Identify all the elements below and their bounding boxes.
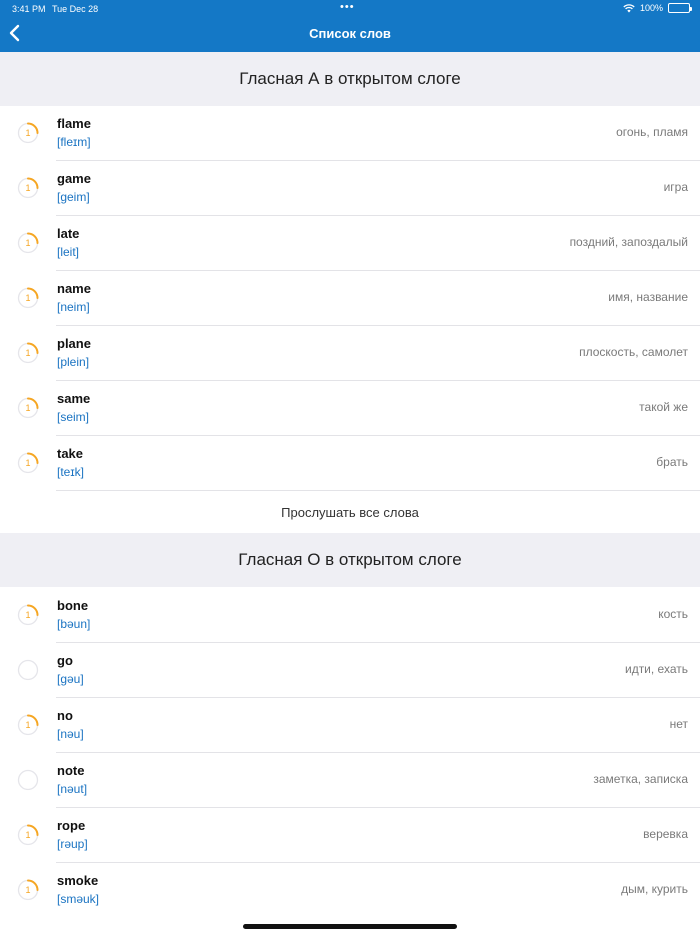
progress-level-label: 1 — [25, 830, 30, 840]
navigation-bar: 3:41 PM Tue Dec 28 ••• 100% Список слов — [0, 0, 700, 52]
progress-level-label: 1 — [25, 183, 30, 193]
word-row[interactable]: 1 take [teɪk] брать — [0, 436, 700, 491]
word-row[interactable]: 1 game [geim] игра — [0, 161, 700, 216]
word-text: flame — [57, 116, 91, 131]
word-text: go — [57, 653, 73, 668]
word-meaning: игра — [663, 180, 688, 194]
word-meaning: брать — [656, 455, 688, 469]
word-transcription: [rəup] — [57, 837, 88, 851]
progress-level-label: 1 — [25, 720, 30, 730]
word-text: plane — [57, 336, 91, 351]
word-row[interactable]: 1 rope [rəup] веревка — [0, 808, 700, 863]
progress-ring-icon: 1 — [17, 824, 39, 846]
word-row[interactable]: note [nəut] заметка, записка — [0, 753, 700, 808]
word-transcription: [gəu] — [57, 672, 84, 686]
progress-level-label: 1 — [25, 348, 30, 358]
progress-ring-icon — [17, 659, 39, 681]
word-row[interactable]: 1 late [leit] поздний, запоздалый — [0, 216, 700, 271]
status-date: Tue Dec 28 — [52, 4, 99, 14]
progress-ring-icon — [17, 769, 39, 791]
progress-level-label: 1 — [25, 238, 30, 248]
word-transcription: [nəut] — [57, 782, 88, 796]
word-meaning: нет — [669, 717, 688, 731]
progress-ring-icon: 1 — [17, 604, 39, 626]
word-meaning: огонь, пламя — [616, 125, 688, 139]
word-text: same — [57, 391, 91, 406]
word-row[interactable]: 1 name [neim] имя, название — [0, 271, 700, 326]
section-header: Гласная О в открытом слоге — [0, 533, 700, 587]
word-transcription: [plein] — [57, 355, 90, 369]
word-text: note — [57, 763, 85, 778]
progress-level-label: 1 — [25, 885, 30, 895]
status-right: 100% — [623, 3, 692, 13]
status-time: 3:41 PM — [12, 4, 46, 14]
word-row[interactable]: 1 flame [fleɪm] огонь, пламя — [0, 106, 700, 161]
word-text: late — [57, 226, 80, 241]
word-meaning: кость — [658, 607, 688, 621]
word-transcription: [seim] — [57, 410, 90, 424]
word-meaning: заметка, записка — [593, 772, 688, 786]
word-meaning: дым, курить — [621, 882, 688, 896]
word-text: rope — [57, 818, 86, 833]
word-transcription: [geim] — [57, 190, 90, 204]
battery-icon — [668, 3, 692, 13]
progress-level-label: 1 — [25, 610, 30, 620]
progress-ring-track — [17, 659, 39, 681]
progress-ring-icon: 1 — [17, 232, 39, 254]
word-text: bone — [57, 598, 89, 613]
progress-level-label: 1 — [25, 458, 30, 468]
progress-level-label: 1 — [25, 403, 30, 413]
word-transcription: [fleɪm] — [57, 135, 91, 149]
word-row[interactable]: go [gəu] идти, ехать — [0, 643, 700, 698]
word-transcription: [nəu] — [57, 727, 84, 741]
word-transcription: [teɪk] — [57, 465, 84, 479]
word-meaning: поздний, запоздалый — [569, 235, 688, 249]
progress-ring-icon: 1 — [17, 879, 39, 901]
word-row[interactable]: 1 no [nəu] нет — [0, 698, 700, 753]
multitasking-dots-icon[interactable]: ••• — [340, 1, 355, 13]
word-text: take — [57, 446, 84, 461]
status-bar: 3:41 PM Tue Dec 28 ••• 100% — [0, 0, 700, 18]
word-row[interactable]: 1 bone [bəun] кость — [0, 588, 700, 643]
word-transcription: [sməuk] — [57, 892, 100, 906]
battery-percent: 100% — [639, 3, 663, 13]
progress-ring-icon: 1 — [17, 177, 39, 199]
progress-ring-track — [17, 769, 39, 791]
page-title: Список слов — [309, 26, 391, 41]
word-transcription: [neim] — [57, 300, 90, 314]
progress-ring-icon: 1 — [17, 397, 39, 419]
word-text: smoke — [57, 873, 99, 888]
word-meaning: плоскость, самолет — [579, 345, 688, 359]
progress-level-label: 1 — [25, 128, 30, 138]
word-meaning: идти, ехать — [624, 662, 688, 676]
word-row[interactable]: 1 plane [plein] плоскость, самолет — [0, 326, 700, 381]
progress-ring-icon: 1 — [17, 287, 39, 309]
progress-ring-icon: 1 — [17, 452, 39, 474]
word-text: name — [57, 281, 91, 296]
progress-ring-icon: 1 — [17, 342, 39, 364]
progress-ring-icon: 1 — [17, 714, 39, 736]
word-text: no — [57, 708, 73, 723]
word-meaning: такой же — [639, 400, 688, 414]
word-transcription: [bəun] — [57, 617, 91, 631]
word-meaning: имя, название — [608, 290, 688, 304]
word-transcription: [leit] — [57, 245, 80, 259]
word-row[interactable]: 1 same [seim] такой же — [0, 381, 700, 436]
word-meaning: веревка — [643, 827, 688, 841]
progress-level-label: 1 — [25, 293, 30, 303]
progress-ring-icon: 1 — [17, 122, 39, 144]
word-text: game — [57, 171, 91, 186]
wifi-icon — [623, 4, 635, 13]
word-row[interactable]: 1 smoke [sməuk] дым, курить — [0, 863, 700, 918]
home-indicator[interactable] — [243, 924, 457, 929]
section-header: Гласная А в открытом слоге — [0, 52, 700, 106]
listen-all-button[interactable]: Прослушать все слова — [0, 491, 700, 533]
